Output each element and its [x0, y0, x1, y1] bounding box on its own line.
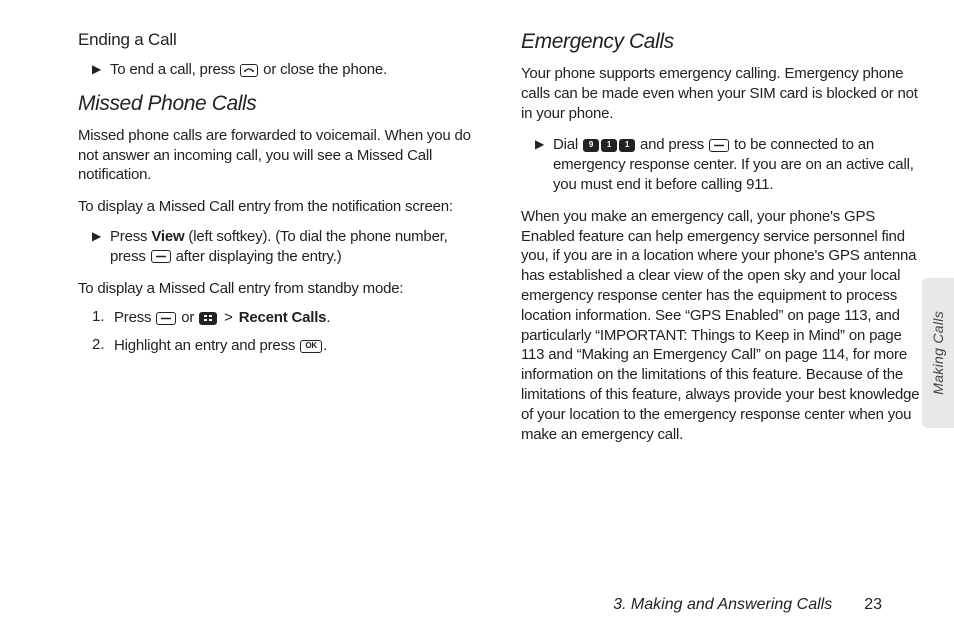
- end-key-icon: [240, 64, 258, 77]
- intro-notification: To display a Missed Call entry from the …: [78, 197, 481, 217]
- recent-calls-label: Recent Calls: [239, 309, 327, 326]
- text-fragment: or: [177, 309, 198, 326]
- bullet-text: Dial 911 and press to be connected to an…: [553, 135, 924, 194]
- text-fragment: Dial: [553, 136, 582, 153]
- bullet-marker-icon: ▶: [535, 135, 553, 194]
- ok-key-icon: OK: [300, 340, 322, 353]
- chapter-title: 3. Making and Answering Calls: [613, 596, 832, 614]
- bullet-marker-icon: ▶: [92, 227, 110, 267]
- bullet-text: Press View (left softkey). (To dial the …: [110, 227, 481, 267]
- text-fragment: or close the phone.: [259, 61, 387, 78]
- send-key-icon: [151, 250, 171, 263]
- step-text: Highlight an entry and press OK.: [114, 336, 481, 356]
- bullet-end-call: ▶ To end a call, press or close the phon…: [78, 60, 481, 80]
- text-fragment: .: [326, 309, 330, 326]
- bullet-marker-icon: ▶: [92, 60, 110, 80]
- section-tab: Making Calls: [922, 278, 954, 428]
- key-1-icon: 1: [601, 139, 617, 152]
- page-footer: 3. Making and Answering Calls 23: [613, 596, 882, 614]
- step-text: Press or > Recent Calls.: [114, 308, 481, 328]
- para-emergency-intro: Your phone supports emergency calling. E…: [521, 64, 924, 123]
- key-9-icon: 9: [583, 139, 599, 152]
- page-content: Ending a Call ▶ To end a call, press or …: [0, 0, 954, 456]
- heading-ending-call: Ending a Call: [78, 30, 481, 50]
- text-fragment: Press: [110, 228, 151, 245]
- step-number: 2.: [92, 336, 114, 356]
- bullet-dial-911: ▶ Dial 911 and press to be connected to …: [521, 135, 924, 194]
- key-1-icon: 1: [619, 139, 635, 152]
- view-label: View: [151, 228, 184, 245]
- left-column: Ending a Call ▶ To end a call, press or …: [78, 30, 481, 456]
- para-missed-intro: Missed phone calls are forwarded to voic…: [78, 126, 481, 185]
- para-gps-info: When you make an emergency call, your ph…: [521, 207, 924, 445]
- text-fragment: Press: [114, 309, 155, 326]
- step-1: 1. Press or > Recent Calls.: [78, 308, 481, 328]
- step-2: 2. Highlight an entry and press OK.: [78, 336, 481, 356]
- heading-missed-calls: Missed Phone Calls: [78, 92, 481, 116]
- heading-emergency: Emergency Calls: [521, 30, 924, 54]
- section-tab-label: Making Calls: [930, 311, 946, 395]
- page-number: 23: [864, 596, 882, 614]
- text-fragment: after displaying the entry.): [172, 248, 342, 265]
- send-key-icon: [709, 139, 729, 152]
- right-column: Emergency Calls Your phone supports emer…: [521, 30, 924, 456]
- text-fragment: To end a call, press: [110, 61, 239, 78]
- bullet-view-softkey: ▶ Press View (left softkey). (To dial th…: [78, 227, 481, 267]
- bullet-text: To end a call, press or close the phone.: [110, 60, 481, 80]
- menu-key-icon: [199, 312, 217, 325]
- intro-standby: To display a Missed Call entry from stan…: [78, 279, 481, 299]
- text-fragment: .: [323, 337, 327, 354]
- breadcrumb-separator: >: [220, 309, 237, 326]
- text-fragment: Highlight an entry and press: [114, 337, 299, 354]
- step-number: 1.: [92, 308, 114, 328]
- send-key-icon: [156, 312, 176, 325]
- text-fragment: and press: [636, 136, 708, 153]
